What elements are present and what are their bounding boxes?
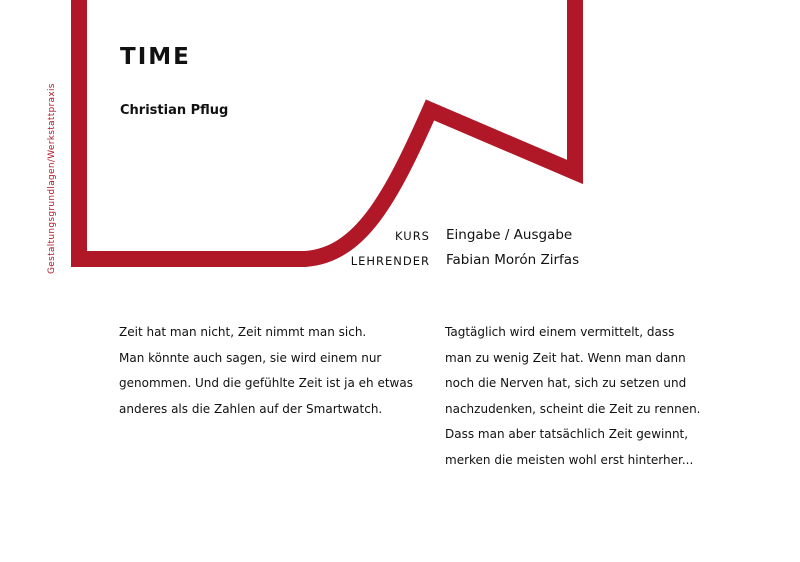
paragraph-line: merken die meisten wohl erst hinterher..…	[445, 452, 694, 467]
teacher-value: Fabian Morón Zirfas	[446, 252, 580, 268]
text-column-right: Tagtäglich wird einem vermittelt, dass m…	[445, 320, 765, 473]
page-title: TIME	[120, 44, 191, 70]
paragraph-line: man zu wenig Zeit hat. Wenn man dann	[445, 350, 686, 365]
course-label: KURS	[395, 229, 430, 243]
red-frame-outline	[71, 0, 583, 267]
author-name: Christian Pflug	[120, 103, 229, 118]
paragraph-line: noch die Nerven hat, sich zu setzen und	[445, 376, 687, 390]
teacher-label: LEHRENDER	[350, 254, 430, 268]
paragraph-line: Zeit hat man nicht, Zeit nimmt man sich.	[119, 325, 367, 339]
text-column-left: Zeit hat man nicht, Zeit nimmt man sich.…	[119, 320, 439, 422]
course-value: Eingabe / Ausgabe	[446, 227, 573, 243]
paragraph-line: nachzudenken, scheint die Zeit zu rennen…	[445, 401, 701, 416]
side-label: Gestaltungsgrundlagen/Werkstattpraxis	[47, 83, 57, 274]
paragraph-line: Dass man aber tatsächlich Zeit gewinnt,	[445, 427, 689, 441]
speech-bubble-frame	[71, 0, 583, 267]
paragraph-line: Tagtäglich wird einem vermittelt, dass	[445, 325, 675, 339]
paragraph-line: Man könnte auch sagen, sie wird einem nu…	[119, 350, 382, 365]
paragraph-line: anderes als die Zahlen auf der Smartwatc…	[119, 401, 383, 416]
paragraph-line: genommen. Und die gefühlte Zeit ist ja e…	[119, 376, 413, 390]
